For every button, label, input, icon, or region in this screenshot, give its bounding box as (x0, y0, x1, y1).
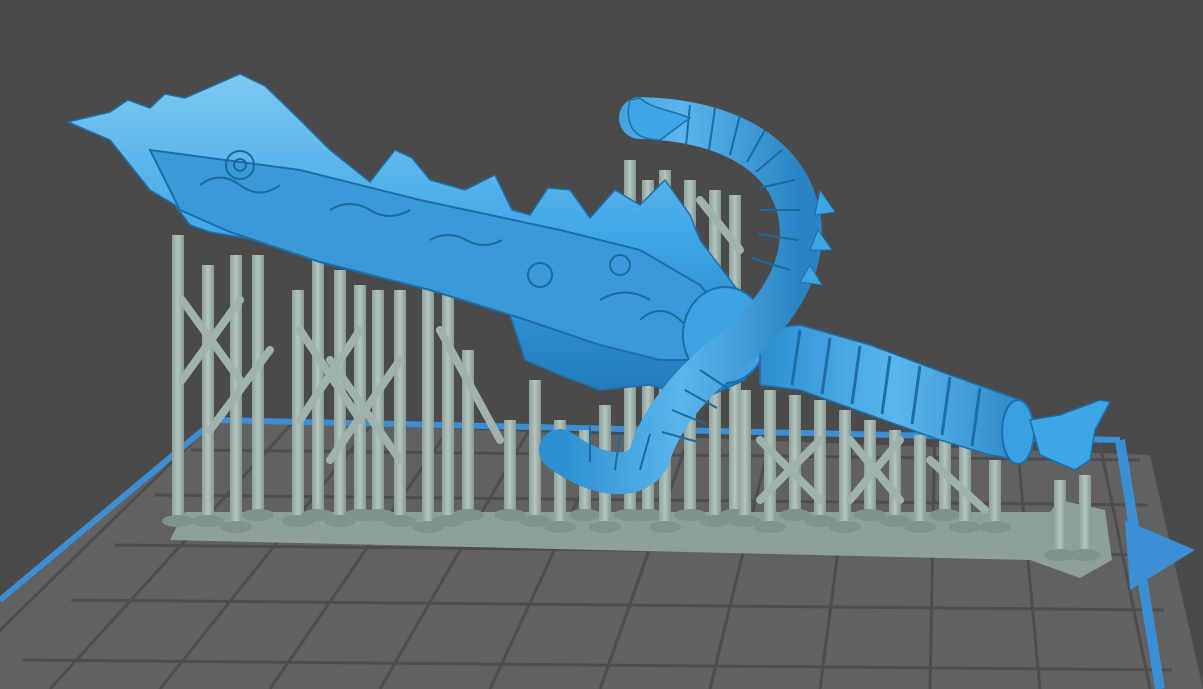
support-pillar (252, 255, 264, 515)
support-foot (904, 521, 936, 533)
support-pillar (1079, 475, 1091, 555)
support-pillar (839, 410, 851, 527)
support-foot (589, 521, 621, 533)
support-foot (544, 521, 576, 533)
support-pillar (422, 285, 434, 527)
scene-canvas[interactable] (0, 0, 1203, 689)
support-foot (754, 521, 786, 533)
support-foot (220, 521, 252, 533)
support-foot (829, 521, 861, 533)
support-pillar (914, 435, 926, 527)
support-pillar (739, 390, 751, 521)
support-pillar (442, 290, 454, 521)
support-foot (929, 509, 961, 521)
support-foot (452, 509, 484, 521)
support-pillar (202, 265, 214, 521)
support-pillar (1054, 480, 1066, 555)
support-foot (162, 515, 194, 527)
support-pillar (989, 460, 1001, 527)
support-pillar (789, 395, 801, 515)
support-pillar (394, 290, 406, 521)
support-pillar (504, 420, 516, 515)
support-foot (384, 515, 416, 527)
support-foot (1069, 549, 1101, 561)
support-foot (569, 509, 601, 521)
support-foot (192, 515, 224, 527)
support-pillar (292, 290, 304, 521)
3d-viewport[interactable] (0, 0, 1203, 689)
support-foot (949, 521, 981, 533)
support-foot (649, 521, 681, 533)
sword-pommel-ring (1001, 399, 1035, 465)
support-foot (242, 509, 274, 521)
support-foot (979, 521, 1011, 533)
